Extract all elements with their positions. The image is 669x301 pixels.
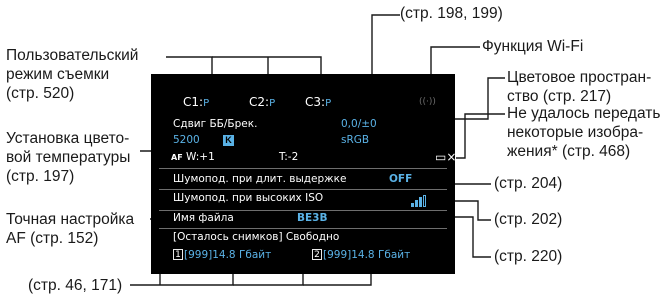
color-space-value: sRGB <box>341 134 370 146</box>
custom-mode-c1: C1:P <box>183 95 210 109</box>
callout-top-page: (стр. 198, 199) <box>400 5 503 22</box>
callout-af-micro: Точная настройка AF (стр. 152) <box>6 211 135 247</box>
af-micro-icon: AF <box>171 153 183 162</box>
divider-2 <box>159 189 447 190</box>
custom-mode-c2: C2:P <box>249 95 276 109</box>
divider-4 <box>159 228 447 229</box>
divider-3 <box>159 210 447 211</box>
color-temp-unit-badge: K <box>223 135 234 146</box>
card-2-free: 14.8 Гбайт <box>351 249 411 261</box>
callout-wifi: Функция Wi-Fi <box>482 38 584 55</box>
callout-cards: (стр. 46, 171) <box>28 277 123 294</box>
transfer-fail-icon: ▭× <box>435 150 457 164</box>
callout-file-name: (стр. 220) <box>494 248 563 265</box>
card-1-info: 1 [999]14.8 Гбайт <box>173 249 271 261</box>
card-2-number: 2 <box>312 249 322 260</box>
af-micro-t-value: T:-2 <box>279 151 299 163</box>
color-temp-value: 5200 <box>173 134 200 146</box>
af-micro-w-value: W:+1 <box>186 151 215 163</box>
nr-bar-1 <box>411 203 414 207</box>
card-1-shots: [999] <box>184 249 213 261</box>
callout-nr-long: (стр. 204) <box>494 175 563 192</box>
wb-shift-value: 0,0/±0 <box>341 118 377 130</box>
card-2-shots: [999] <box>323 249 352 261</box>
file-name-label: Имя файла <box>173 212 234 224</box>
nr-bar-4 <box>423 195 426 207</box>
wifi-icon: ((·)) <box>419 97 436 107</box>
nr-long-value: OFF <box>389 173 413 185</box>
callout-transfer-fail: Не удалось передать некоторые изобра- же… <box>507 105 661 160</box>
callout-nr-iso: (стр. 202) <box>494 211 563 228</box>
callout-color-space: Цветовое простран- ство (стр. 217) <box>507 69 652 105</box>
nr-long-label: Шумопод. при длит. выдержке <box>173 173 347 185</box>
nr-iso-level-icon <box>411 195 431 207</box>
wb-shift-label: Сдвиг ББ/Брек. <box>173 118 258 130</box>
callout-color-temp: Установка цвето- вой температуры (стр. 1… <box>6 130 131 185</box>
nr-bar-2 <box>415 200 418 207</box>
nr-bar-3 <box>419 197 422 207</box>
nr-iso-label: Шумопод. при высоких ISO <box>173 192 324 204</box>
card-1-free: 14.8 Гбайт <box>212 249 272 261</box>
file-name-value: BE3B <box>297 212 328 224</box>
card-1-number: 1 <box>173 249 183 260</box>
custom-mode-c3: C3:P <box>305 95 332 109</box>
card-2-info: 2 [999]14.8 Гбайт <box>312 249 410 261</box>
remaining-label: [Осталось снимков] Свободно <box>173 231 340 243</box>
divider-1 <box>159 168 447 169</box>
camera-info-screen: C1:P C2:P C3:P ((·)) Сдвиг ББ/Брек. 0,0/… <box>151 74 457 274</box>
callout-custom-mode: Пользовательский режим съемки (стр. 520) <box>6 47 139 102</box>
